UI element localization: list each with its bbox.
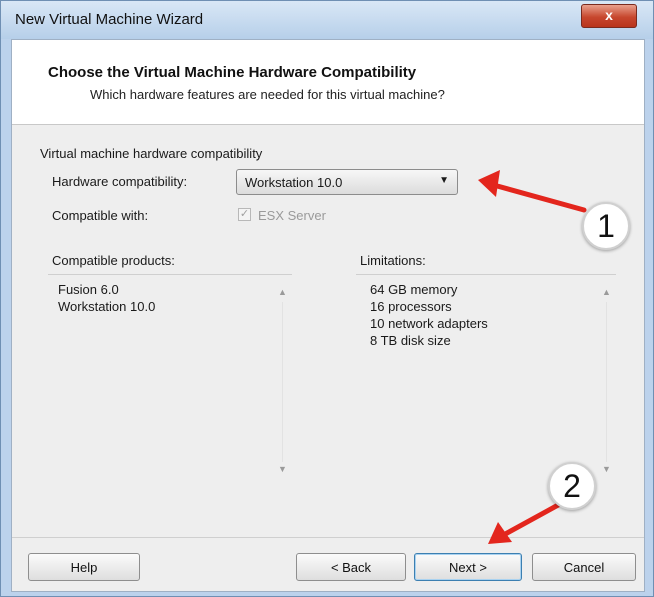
list-item: Fusion 6.0	[58, 282, 119, 297]
group-label: Virtual machine hardware compatibility	[40, 146, 263, 161]
back-button[interactable]: < Back	[296, 553, 406, 581]
products-scrollbar[interactable]	[282, 302, 283, 462]
scroll-up-icon[interactable]: ▲	[278, 287, 287, 297]
list-item: 64 GB memory	[370, 282, 458, 297]
compatible-products-list[interactable]: Fusion 6.0 Workstation 10.0	[58, 281, 155, 315]
title-bar[interactable]: New Virtual Machine Wizard x	[1, 1, 653, 39]
hardware-compatibility-value: Workstation 10.0	[245, 175, 343, 190]
callout-2: 2	[548, 462, 596, 510]
wizard-header: Choose the Virtual Machine Hardware Comp…	[12, 40, 644, 125]
chevron-down-icon: ▼	[439, 175, 449, 186]
scroll-down-icon[interactable]: ▼	[278, 464, 287, 474]
wizard-body: Choose the Virtual Machine Hardware Comp…	[11, 39, 645, 592]
compatible-products-header: Compatible products:	[52, 253, 175, 268]
callout-1: 1	[582, 202, 630, 250]
limitations-list[interactable]: 64 GB memory 16 processors 10 network ad…	[370, 281, 488, 349]
limitations-header: Limitations:	[360, 253, 426, 268]
list-item: 16 processors	[370, 299, 452, 314]
checkmark-icon: ✓	[239, 208, 250, 220]
products-header-divider	[48, 274, 292, 275]
next-button[interactable]: Next >	[414, 553, 522, 581]
scroll-down-icon[interactable]: ▼	[602, 464, 611, 474]
list-item: Workstation 10.0	[58, 299, 156, 314]
esx-server-checkbox[interactable]: ✓	[238, 208, 251, 221]
close-button[interactable]: x	[581, 4, 637, 28]
wizard-window: New Virtual Machine Wizard x Choose the …	[0, 0, 654, 597]
limitations-scrollbar[interactable]	[606, 302, 607, 462]
footer-divider	[12, 537, 644, 538]
close-icon: x	[605, 7, 613, 23]
esx-server-label: ESX Server	[258, 208, 326, 223]
hardware-compatibility-select[interactable]: Workstation 10.0 ▼	[236, 169, 458, 195]
limitations-header-divider	[356, 274, 616, 275]
page-title: Choose the Virtual Machine Hardware Comp…	[48, 64, 417, 81]
scroll-up-icon[interactable]: ▲	[602, 287, 611, 297]
cancel-button[interactable]: Cancel	[532, 553, 636, 581]
help-button[interactable]: Help	[28, 553, 140, 581]
list-item: 8 TB disk size	[370, 333, 451, 348]
hardware-compatibility-label: Hardware compatibility:	[52, 174, 188, 189]
compatible-with-label: Compatible with:	[52, 208, 149, 223]
list-item: 10 network adapters	[370, 316, 488, 331]
window-title: New Virtual Machine Wizard	[15, 11, 204, 28]
page-subtitle: Which hardware features are needed for t…	[90, 87, 445, 102]
